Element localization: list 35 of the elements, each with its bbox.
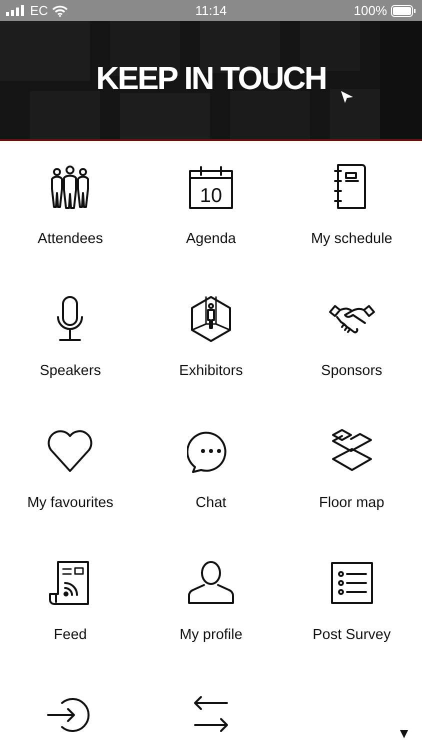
battery-percent: 100% (354, 3, 387, 18)
menu-label: Speakers (40, 363, 101, 379)
menu-item[interactable]: Feed (0, 537, 141, 669)
menu-label: Attendees (38, 231, 103, 247)
menu-label: Sponsors (321, 363, 382, 379)
battery-icon (391, 4, 416, 16)
person-icon (186, 559, 235, 607)
menu-label: Floor map (319, 495, 384, 511)
menu-label: Post Survey (312, 627, 391, 643)
menu-item[interactable]: Sponsors (281, 273, 422, 405)
wifi-icon (52, 4, 68, 16)
menu-label: Chat (196, 495, 226, 511)
menu-item[interactable]: My schedule (281, 141, 422, 273)
menu-label: My favourites (27, 495, 114, 511)
banner-title: KEEP IN TOUCH (96, 60, 326, 96)
menu-label: Feed (54, 627, 87, 643)
signal-icon (6, 5, 26, 16)
menu-item[interactable]: Floor map (281, 405, 422, 537)
menu-item[interactable]: Chat (140, 405, 282, 537)
carrier-name: EC (30, 3, 48, 18)
menu-item[interactable]: My favourites (0, 405, 141, 537)
menu-item[interactable]: Exhibitors (140, 273, 282, 405)
menu-label: My profile (180, 627, 242, 643)
menu-item[interactable]: Speakers (0, 273, 141, 405)
menu-item[interactable]: My profile (140, 537, 282, 669)
menu-item[interactable]: 10 Agenda (140, 141, 282, 273)
menu-label: Exhibitors (179, 363, 243, 379)
menu-item[interactable]: Post Survey (281, 537, 422, 669)
heart-icon (46, 427, 94, 475)
clock-time: 11:14 (195, 3, 227, 18)
scroll-down-indicator[interactable]: ▼ (397, 726, 411, 740)
menu-label: My schedule (310, 231, 392, 247)
menu-item[interactable]: Attendees (0, 141, 141, 273)
cursor-icon (340, 90, 354, 104)
menu-label: Agenda (186, 231, 236, 247)
